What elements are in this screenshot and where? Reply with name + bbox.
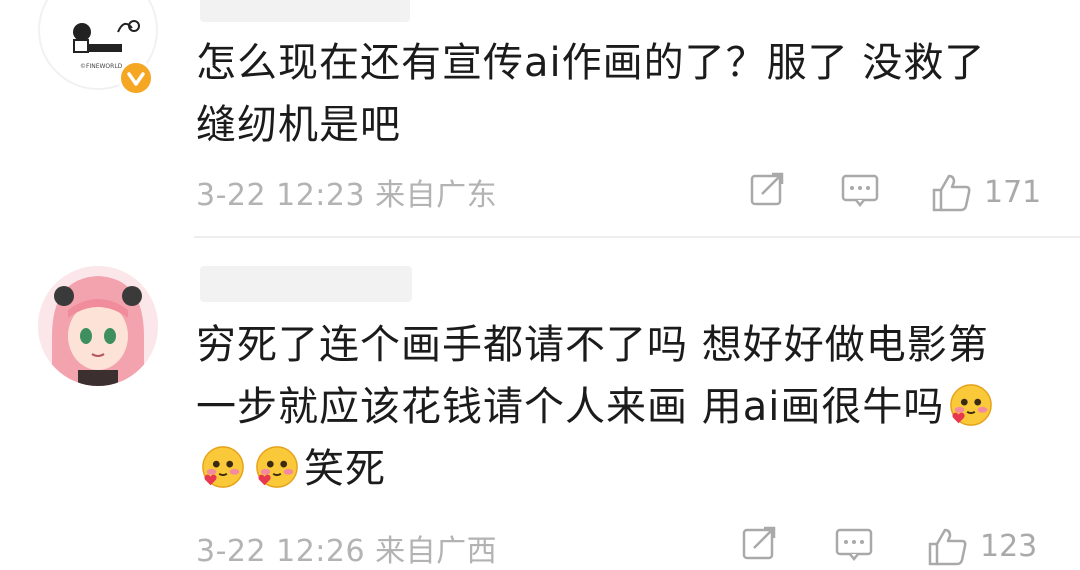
comment-text: 穷死了连个画手都请不了吗 想好好做电影第 一步就应该花钱请个人来画 用ai画很牛… xyxy=(196,314,1020,500)
comment-text-line-with-emoji: 一步就应该花钱请个人来画 用ai画很牛吗 xyxy=(196,376,1020,438)
share-button[interactable] xyxy=(748,170,788,210)
thumbs-up-icon xyxy=(928,528,967,566)
share-icon xyxy=(750,172,784,206)
blushing-heart-emoji xyxy=(202,446,244,488)
comment-icon xyxy=(841,174,879,208)
like-count: 123 xyxy=(980,528,1038,564)
blushing-heart-emoji xyxy=(256,446,298,488)
reply-button[interactable] xyxy=(840,170,880,210)
username-redacted xyxy=(200,266,412,302)
share-icon xyxy=(742,526,776,560)
comment-2: 穷死了连个画手都请不了吗 想好好做电影第 一步就应该花钱请个人来画 用ai画很牛… xyxy=(0,238,1080,569)
comment-text-line: 穷死了连个画手都请不了吗 想好好做电影第 xyxy=(196,322,989,368)
comment-meta: 3-22 12:26 来自广西 xyxy=(196,534,498,569)
comment-text-line: 笑死 xyxy=(304,446,386,492)
like-button[interactable]: 123 xyxy=(926,524,1037,568)
comment-text-line: 一步就应该花钱请个人来画 用ai画很牛吗 xyxy=(196,384,945,430)
comment-text-line: 怎么现在还有宣传ai作画的了？服了 没救了 xyxy=(196,40,986,86)
comment-meta: 3-22 12:23 来自广东 xyxy=(196,178,498,213)
avatar-anime-girl xyxy=(38,266,158,386)
like-button[interactable]: 171 xyxy=(930,170,1041,214)
username-redacted xyxy=(200,0,410,22)
avatar[interactable] xyxy=(38,266,158,386)
share-button[interactable] xyxy=(740,524,780,564)
comment-1: ©FINEWORLD 怎么现在还有宣传ai作画的了？服了 没救了 缝纫机是吧 3… xyxy=(0,0,1080,236)
like-count: 171 xyxy=(984,174,1042,210)
blushing-heart-emoji xyxy=(950,384,993,426)
reply-button[interactable] xyxy=(834,524,874,564)
comment-text: 怎么现在还有宣传ai作画的了？服了 没救了 缝纫机是吧 xyxy=(196,32,1020,156)
verified-badge-icon xyxy=(118,60,154,96)
thumbs-up-icon xyxy=(932,174,971,212)
comment-text-line-with-emoji: 笑死 xyxy=(196,438,1020,500)
comment-text-line: 缝纫机是吧 xyxy=(196,102,401,148)
comment-icon xyxy=(835,528,873,562)
avatar-caption: ©FINEWORLD xyxy=(80,63,123,70)
